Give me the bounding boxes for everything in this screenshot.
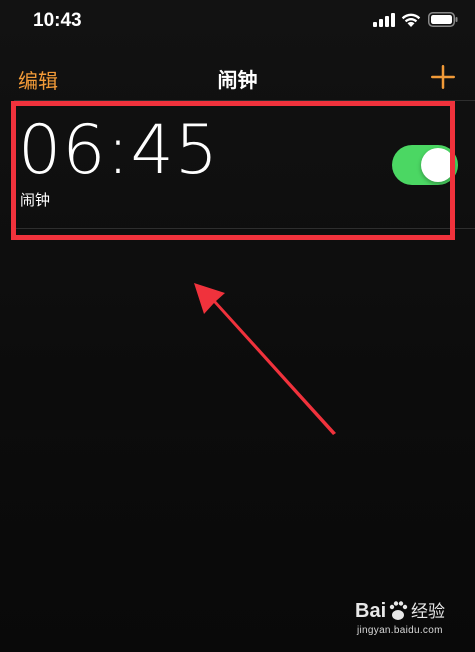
status-time: 10:43 bbox=[33, 10, 82, 31]
watermark-url: jingyan.baidu.com bbox=[357, 625, 443, 636]
navigation-bar: 编辑 闹钟 bbox=[0, 52, 475, 100]
baidu-paw-logo: Bai 经验 bbox=[355, 600, 445, 622]
page-title: 闹钟 bbox=[217, 68, 258, 92]
baidu-jingyan-watermark: Bai 经验 jingyan.baidu.com bbox=[355, 595, 467, 645]
highlight-annotation-box bbox=[11, 101, 455, 240]
wifi-icon bbox=[401, 13, 421, 27]
svg-text:Bai: Bai bbox=[355, 600, 386, 622]
status-bar: 10:43 bbox=[0, 0, 475, 44]
plus-icon bbox=[431, 65, 455, 89]
clock-app-screen: 10:43 编辑 闹钟 06:45 闹钟 Bai 经验 jingyan.baid… bbox=[0, 0, 475, 652]
cellular-signal-icon bbox=[373, 13, 395, 27]
svg-text:经验: 经验 bbox=[411, 602, 445, 622]
battery-icon bbox=[428, 12, 458, 27]
add-alarm-button[interactable] bbox=[430, 64, 456, 90]
